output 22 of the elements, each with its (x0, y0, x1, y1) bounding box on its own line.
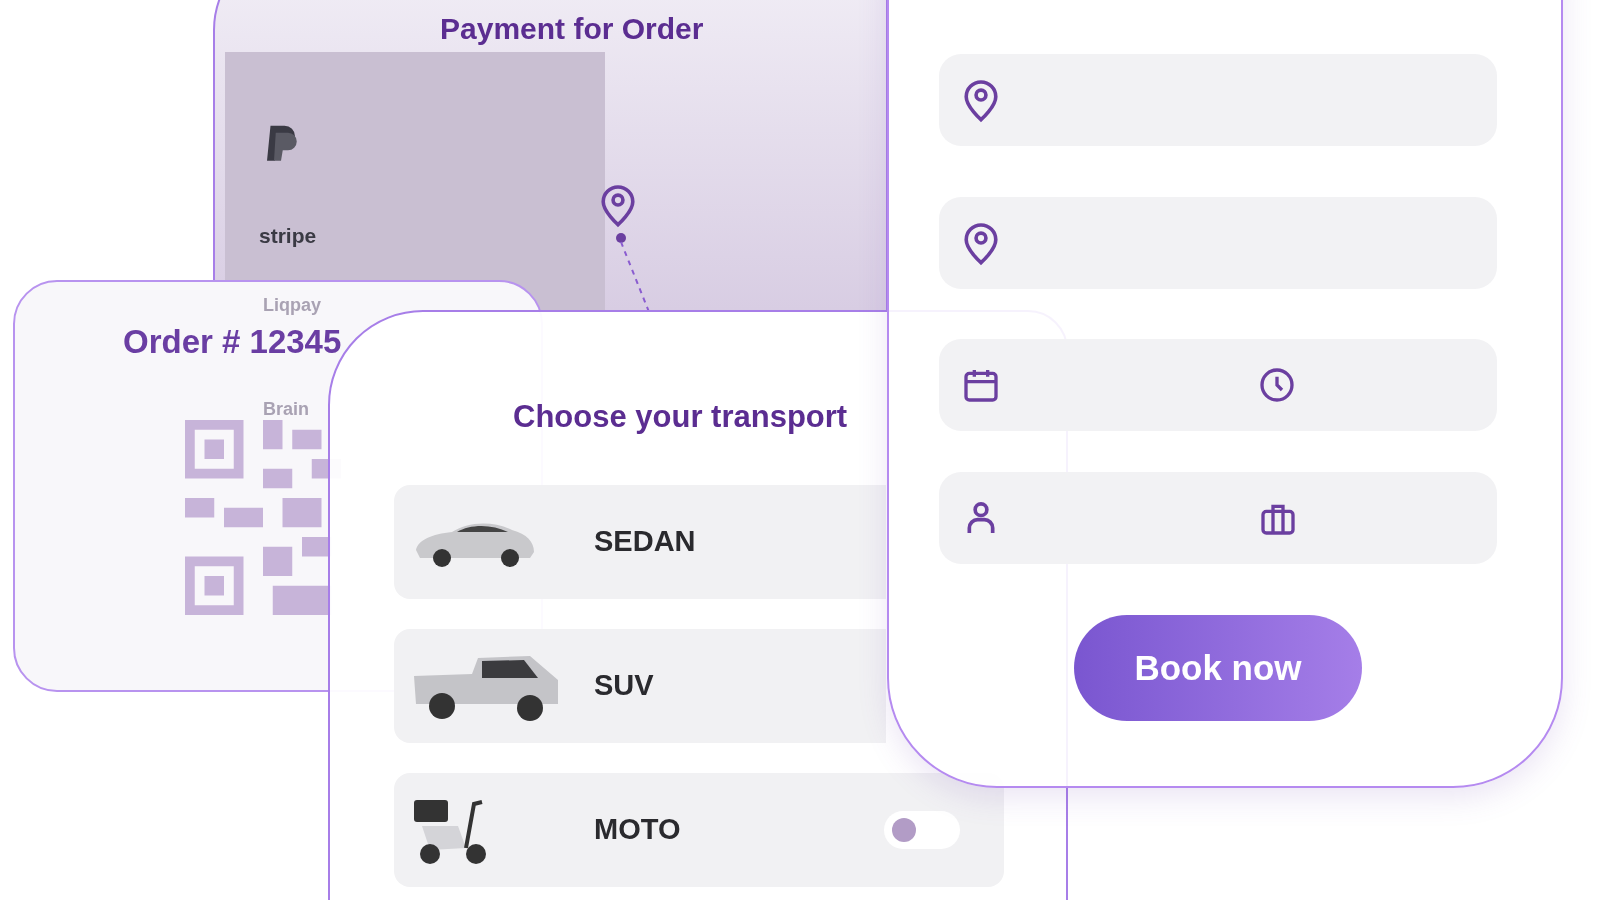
payment-provider-label: stripe (259, 223, 317, 249)
clock-icon (1257, 365, 1297, 405)
transport-option[interactable]: SUV (394, 629, 886, 743)
faded-provider-label: Brain (263, 398, 309, 421)
form-field[interactable] (939, 197, 1497, 289)
faded-provider-label: Liqpay (263, 294, 321, 317)
transport-label: SUV (594, 668, 654, 704)
transport-label: SEDAN (594, 524, 696, 560)
form-field[interactable] (939, 339, 1497, 431)
transport-label: MOTO (594, 812, 681, 848)
transport-option[interactable]: MOTO (394, 773, 1004, 887)
toggle-switch[interactable] (884, 811, 960, 849)
form-field[interactable] (939, 54, 1497, 146)
payment-title: Payment for Order (440, 11, 704, 47)
transport-title: Choose your transport (513, 398, 848, 436)
book-now-button[interactable]: Book now (1074, 615, 1362, 721)
location-pin-icon (961, 220, 1001, 266)
order-title: Order # 12345 (123, 322, 342, 362)
transport-option[interactable]: SEDAN (394, 485, 886, 599)
location-pin-icon (598, 182, 638, 228)
form-field[interactable] (939, 472, 1497, 564)
location-pin-icon (961, 77, 1001, 123)
